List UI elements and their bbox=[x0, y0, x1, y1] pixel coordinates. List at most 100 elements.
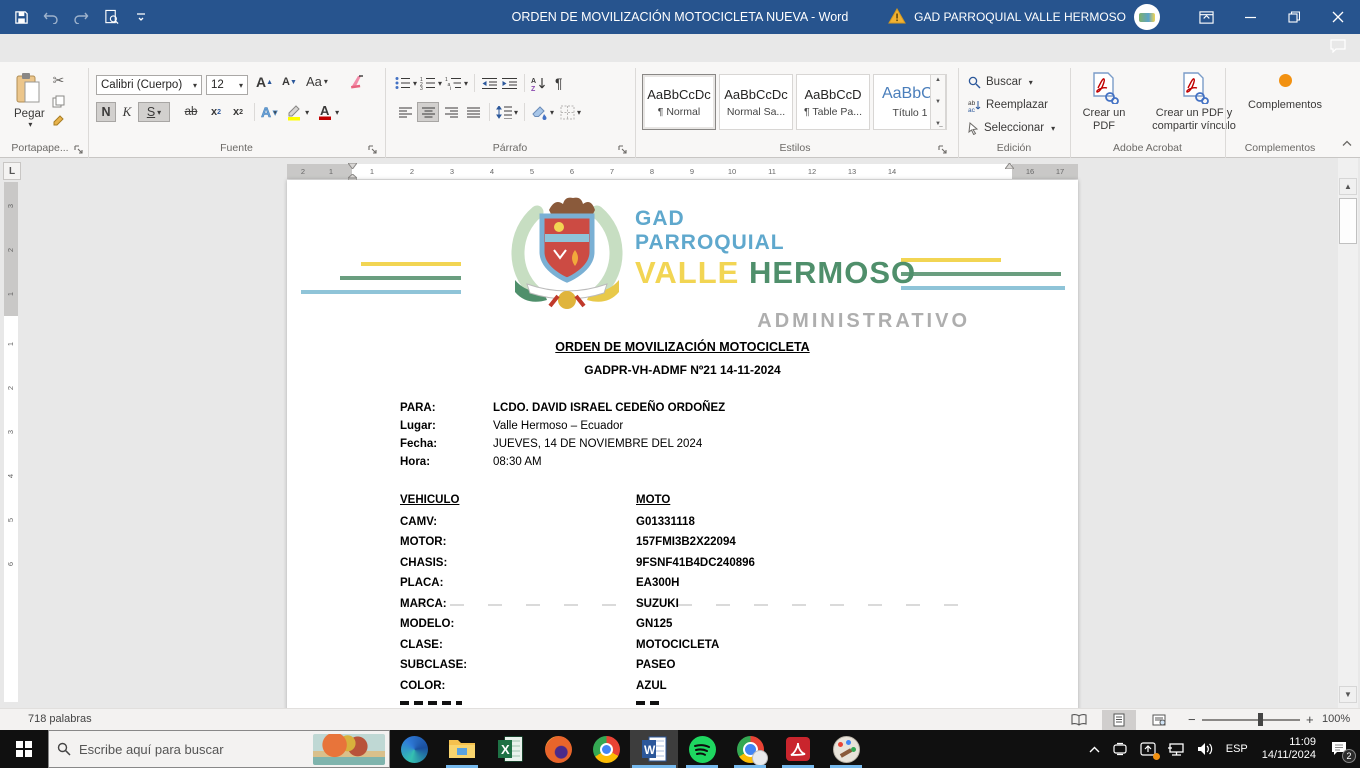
addins-button[interactable]: Complementos bbox=[1235, 74, 1335, 111]
strikethrough-icon[interactable]: ab bbox=[178, 102, 204, 122]
paragraph-dialog-launcher-icon[interactable] bbox=[618, 142, 630, 154]
taskbar-word-icon[interactable]: W bbox=[630, 730, 678, 768]
horizontal-ruler[interactable]: 21 1234567891011121314 1617 bbox=[287, 164, 1078, 179]
format-painter-icon[interactable] bbox=[52, 114, 65, 127]
zoom-slider-handle[interactable] bbox=[1258, 713, 1263, 726]
undo-icon[interactable] bbox=[38, 4, 64, 30]
find-button[interactable]: Buscar▾ bbox=[968, 72, 1055, 92]
ribbon-display-options-icon[interactable] bbox=[1184, 0, 1228, 34]
zoom-slider[interactable] bbox=[1202, 719, 1300, 721]
align-left-icon[interactable] bbox=[395, 102, 415, 122]
shrink-font-icon[interactable]: A▼ bbox=[282, 76, 297, 88]
style-normal-sa[interactable]: AaBbCcDc Normal Sa... bbox=[719, 74, 793, 130]
line-spacing-icon[interactable]: ▾ bbox=[496, 106, 518, 119]
taskbar-file-explorer-icon[interactable] bbox=[438, 730, 486, 768]
multilevel-list-icon[interactable]: 1ai▾ bbox=[445, 76, 468, 90]
copy-icon[interactable] bbox=[52, 95, 65, 108]
style-table-pa[interactable]: AaBbCcD ¶ Table Pa... bbox=[796, 74, 870, 130]
tray-snip-icon[interactable] bbox=[1106, 730, 1134, 768]
print-layout-icon[interactable] bbox=[1102, 710, 1136, 730]
taskbar-spotify-icon[interactable] bbox=[678, 730, 726, 768]
avatar[interactable] bbox=[1134, 4, 1160, 30]
tray-speaker-icon[interactable] bbox=[1191, 730, 1220, 768]
show-marks-icon[interactable]: ¶ bbox=[555, 75, 563, 91]
italic-button[interactable]: K bbox=[118, 102, 136, 122]
taskbar-edge-icon[interactable] bbox=[390, 730, 438, 768]
bullets-icon[interactable]: ▾ bbox=[395, 76, 417, 90]
sort-icon[interactable]: AZ bbox=[531, 76, 548, 91]
zoom-level[interactable]: 100% bbox=[1322, 713, 1350, 725]
align-right-icon[interactable] bbox=[441, 102, 461, 122]
style-normal[interactable]: AaBbCcDc ¶ Normal bbox=[642, 74, 716, 130]
create-pdf-button[interactable]: Crear un PDF bbox=[1080, 72, 1128, 133]
vertical-ruler[interactable]: 321 123456 bbox=[4, 182, 18, 702]
text-effects-icon[interactable]: A▾ bbox=[261, 104, 277, 120]
start-button[interactable] bbox=[0, 730, 48, 768]
increase-indent-icon[interactable] bbox=[501, 77, 518, 90]
tab-selector[interactable]: L bbox=[3, 162, 21, 180]
collapse-ribbon-icon[interactable] bbox=[1342, 134, 1352, 152]
tray-chevron-icon[interactable] bbox=[1083, 730, 1106, 768]
close-icon[interactable] bbox=[1316, 0, 1360, 34]
redo-icon[interactable] bbox=[68, 4, 94, 30]
font-size-combo[interactable]: 12▾ bbox=[206, 75, 248, 95]
taskbar-acrobat-icon[interactable] bbox=[774, 730, 822, 768]
paste-button[interactable]: Pegar ▾ bbox=[14, 72, 45, 129]
word-count[interactable]: 718 palabras bbox=[28, 713, 92, 725]
web-layout-icon[interactable] bbox=[1142, 710, 1176, 730]
taskbar-firefox-icon[interactable] bbox=[534, 730, 582, 768]
justify-icon[interactable] bbox=[463, 102, 483, 122]
superscript-icon[interactable]: x2 bbox=[228, 102, 248, 122]
account-area[interactable]: GAD PARROQUIAL VALLE HERMOSO bbox=[888, 0, 1160, 34]
change-case-icon[interactable]: Aa▾ bbox=[306, 74, 328, 89]
clipboard-dialog-launcher-icon[interactable] bbox=[74, 142, 86, 154]
styles-scroll-up-icon[interactable]: ▲ bbox=[935, 77, 941, 83]
tray-clock[interactable]: 11:0914/11/2024 bbox=[1254, 730, 1324, 768]
tray-network-icon[interactable] bbox=[1162, 730, 1191, 768]
tray-update-icon[interactable] bbox=[1134, 730, 1162, 768]
vertical-scrollbar[interactable]: ▲ ▼ bbox=[1338, 158, 1358, 708]
numbering-icon[interactable]: 123▾ bbox=[420, 76, 442, 90]
create-pdf-share-button[interactable]: Crear un PDF y compartir vínculo bbox=[1138, 72, 1250, 133]
scrollbar-thumb[interactable] bbox=[1339, 198, 1357, 244]
align-center-icon[interactable] bbox=[417, 102, 439, 122]
search-highlight-image[interactable] bbox=[313, 734, 385, 765]
save-icon[interactable] bbox=[8, 4, 34, 30]
document-page[interactable]: GAD PARROQUIAL VALLE HERMOSO ADMINISTRAT… bbox=[287, 180, 1078, 708]
select-button[interactable]: Seleccionar▾ bbox=[968, 118, 1055, 138]
taskbar-excel-icon[interactable]: X bbox=[486, 730, 534, 768]
highlight-icon[interactable]: ▾ bbox=[285, 103, 309, 121]
notification-center-icon[interactable]: 2 bbox=[1324, 730, 1360, 768]
restore-icon[interactable] bbox=[1272, 0, 1316, 34]
cut-icon[interactable]: ✂ bbox=[52, 72, 65, 89]
read-mode-icon[interactable] bbox=[1062, 710, 1096, 730]
comment-icon[interactable] bbox=[1330, 39, 1346, 58]
font-color-icon[interactable]: A▾ bbox=[317, 103, 339, 121]
borders-icon[interactable]: ▾ bbox=[560, 105, 581, 120]
first-line-indent-marker[interactable] bbox=[348, 162, 357, 171]
shading-icon[interactable]: ▾ bbox=[531, 105, 554, 120]
font-dialog-launcher-icon[interactable] bbox=[368, 142, 380, 154]
styles-scroll-down-icon[interactable]: ▼ bbox=[935, 99, 941, 105]
decrease-indent-icon[interactable] bbox=[481, 77, 498, 90]
right-indent-marker[interactable] bbox=[1005, 162, 1014, 171]
taskbar-paint-icon[interactable] bbox=[822, 730, 870, 768]
zoom-in-icon[interactable]: + bbox=[1306, 712, 1314, 727]
styles-more-icon[interactable]: ▼̲ bbox=[935, 121, 941, 127]
customize-quick-access-icon[interactable] bbox=[128, 4, 154, 30]
replace-button[interactable]: abac Reemplazar bbox=[968, 95, 1055, 115]
underline-button[interactable]: S▾ bbox=[138, 102, 170, 122]
scroll-up-icon[interactable]: ▲ bbox=[1339, 178, 1357, 195]
scroll-down-icon[interactable]: ▼ bbox=[1339, 686, 1357, 703]
styles-dialog-launcher-icon[interactable] bbox=[938, 142, 950, 154]
clear-formatting-icon[interactable] bbox=[348, 74, 366, 90]
print-preview-icon[interactable] bbox=[98, 4, 124, 30]
minimize-icon[interactable] bbox=[1228, 0, 1272, 34]
taskbar-chrome-profile-icon[interactable] bbox=[726, 730, 774, 768]
font-name-combo[interactable]: Calibri (Cuerpo)▾ bbox=[96, 75, 202, 95]
taskbar-search-input[interactable]: Escribe aquí para buscar bbox=[48, 730, 390, 768]
bold-button[interactable]: N bbox=[96, 102, 116, 122]
taskbar-chrome-icon[interactable] bbox=[582, 730, 630, 768]
tray-language[interactable]: ESP bbox=[1220, 730, 1254, 768]
grow-font-icon[interactable]: A▲ bbox=[256, 74, 273, 90]
